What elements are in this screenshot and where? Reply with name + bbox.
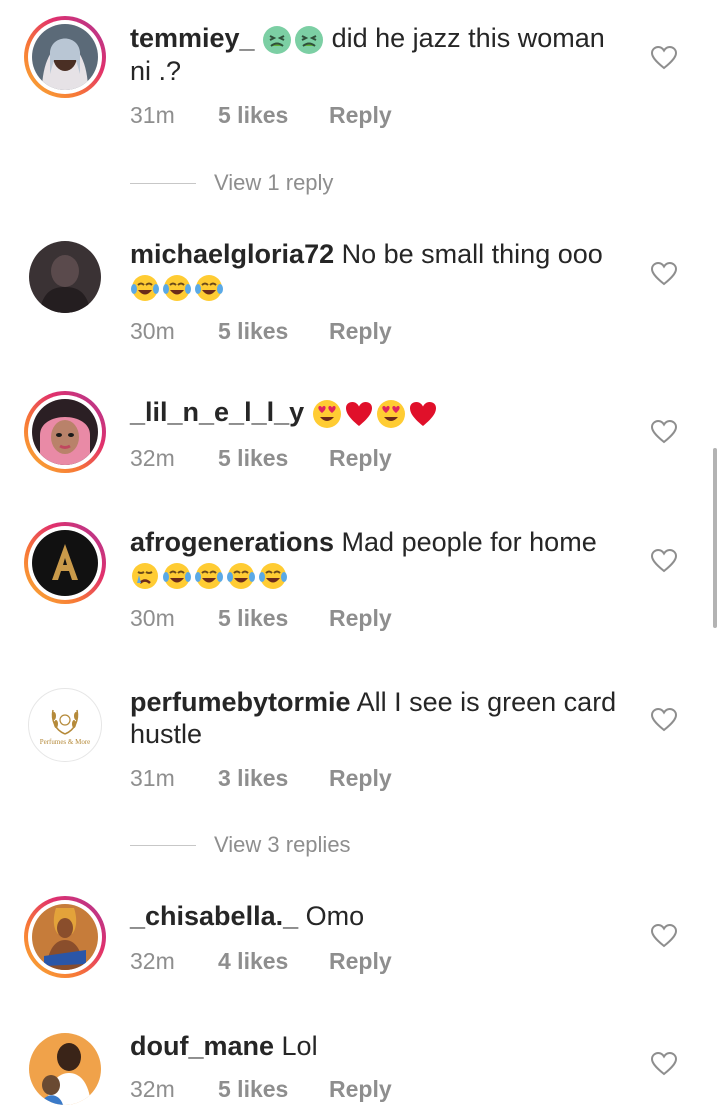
avatar-image: [32, 24, 98, 90]
comment-meta: 32m 4 likes Reply: [130, 948, 392, 975]
username[interactable]: michaelgloria72: [130, 239, 334, 269]
emoji-group: [312, 399, 438, 429]
comment-meta: 31m 5 likes Reply: [130, 102, 392, 129]
heart-outline-icon[interactable]: [650, 706, 678, 734]
comment-meta: 32m 5 likes Reply: [130, 445, 392, 472]
red-heart-icon: [345, 401, 372, 426]
avatar-image: [32, 904, 98, 970]
emoji-group: [262, 25, 324, 55]
timestamp: 32m: [130, 1076, 175, 1102]
reply-button[interactable]: Reply: [329, 445, 392, 472]
timestamp: 30m: [130, 605, 175, 631]
timestamp: 32m: [130, 445, 175, 471]
avatar-image: [32, 399, 98, 465]
heart-outline-icon[interactable]: [650, 44, 678, 72]
divider-line: [130, 844, 196, 846]
avatar-image: [29, 1033, 101, 1105]
avatar-lil-nelly[interactable]: [24, 391, 106, 473]
timestamp: 31m: [130, 765, 175, 791]
comment-text: perfumebytormie All I see is green card …: [130, 686, 630, 750]
comment-meta: 32m 5 likes Reply: [130, 1076, 392, 1103]
nauseated-face-icon: [263, 25, 292, 54]
comment-text: _lil_n_e_l_l_y: [130, 396, 630, 429]
scrollbar[interactable]: [713, 448, 717, 628]
laurel-logo-icon: [51, 709, 79, 735]
emoji-group: [130, 561, 288, 591]
tears-of-joy-icon: [259, 562, 287, 589]
avatar-douf-mane[interactable]: [24, 1028, 106, 1110]
view-replies-label: View 3 replies: [214, 832, 351, 857]
reply-button[interactable]: Reply: [329, 765, 392, 792]
comment-text: afrogenerations Mad people for home: [130, 526, 630, 591]
tears-of-joy-icon: [131, 274, 159, 301]
username[interactable]: temmiey_: [130, 23, 255, 53]
crying-face-icon: [132, 562, 158, 589]
comment-text: michaelgloria72 No be small thing ooo: [130, 238, 630, 303]
heart-outline-icon[interactable]: [650, 260, 678, 288]
reply-button[interactable]: Reply: [329, 605, 392, 632]
nauseated-face-icon: [295, 25, 324, 54]
comment-meta: 31m 3 likes Reply: [130, 765, 392, 792]
divider-line: [130, 182, 196, 184]
comment-body: Mad people for home: [334, 527, 597, 557]
avatar-brand-text: Perfumes & More: [39, 738, 91, 746]
reply-button[interactable]: Reply: [329, 102, 392, 129]
likes-count[interactable]: 4 likes: [218, 948, 329, 975]
view-replies-label: View 1 reply: [214, 170, 334, 195]
tears-of-joy-icon: [195, 562, 223, 589]
likes-count[interactable]: 5 likes: [218, 1076, 329, 1103]
avatar-image: [29, 241, 101, 313]
comment-meta: 30m 5 likes Reply: [130, 318, 392, 345]
tears-of-joy-icon: [163, 274, 191, 301]
username[interactable]: perfumebytormie: [130, 687, 351, 717]
avatar-perfumebytormie[interactable]: Perfumes & More: [24, 684, 106, 766]
avatar-image: Perfumes & More: [28, 688, 102, 762]
avatar-image: [32, 530, 98, 596]
view-replies-button[interactable]: View 3 replies: [130, 832, 351, 858]
username[interactable]: _lil_n_e_l_l_y: [130, 397, 304, 427]
avatar-chisabella[interactable]: [24, 896, 106, 978]
comment-text: douf_mane Lol: [130, 1030, 630, 1062]
avatar-michaelgloria72[interactable]: [24, 236, 106, 318]
likes-count[interactable]: 5 likes: [218, 605, 329, 632]
likes-count[interactable]: 5 likes: [218, 445, 329, 472]
comment-body: No be small thing ooo: [334, 239, 603, 269]
comment-meta: 30m 5 likes Reply: [130, 605, 392, 632]
reply-button[interactable]: Reply: [329, 1076, 392, 1103]
username[interactable]: douf_mane: [130, 1031, 274, 1061]
likes-count[interactable]: 3 likes: [218, 765, 329, 792]
likes-count[interactable]: 5 likes: [218, 318, 329, 345]
red-heart-icon: [409, 401, 436, 426]
reply-button[interactable]: Reply: [329, 318, 392, 345]
comment-body: Omo: [298, 901, 365, 931]
heart-outline-icon[interactable]: [650, 1050, 678, 1078]
heart-outline-icon[interactable]: [650, 418, 678, 446]
heart-eyes-icon: [376, 399, 405, 428]
avatar-temmiey[interactable]: [24, 16, 106, 98]
comment-text: temmiey_ did he jazz this woman ni .?: [130, 22, 630, 87]
heart-outline-icon[interactable]: [650, 922, 678, 950]
likes-count[interactable]: 5 likes: [218, 102, 329, 129]
username[interactable]: _chisabella._: [130, 901, 298, 931]
tears-of-joy-icon: [227, 562, 255, 589]
reply-button[interactable]: Reply: [329, 948, 392, 975]
tears-of-joy-icon: [163, 562, 191, 589]
avatar-afrogenerations[interactable]: [24, 522, 106, 604]
username[interactable]: afrogenerations: [130, 527, 334, 557]
emoji-group: [130, 273, 224, 303]
heart-outline-icon[interactable]: [650, 547, 678, 575]
view-replies-button[interactable]: View 1 reply: [130, 170, 333, 196]
tears-of-joy-icon: [195, 274, 223, 301]
comment-text: _chisabella._ Omo: [130, 900, 630, 932]
comment-body: Lol: [274, 1031, 318, 1061]
timestamp: 31m: [130, 102, 175, 128]
heart-eyes-icon: [312, 399, 341, 428]
timestamp: 32m: [130, 948, 175, 974]
timestamp: 30m: [130, 318, 175, 344]
